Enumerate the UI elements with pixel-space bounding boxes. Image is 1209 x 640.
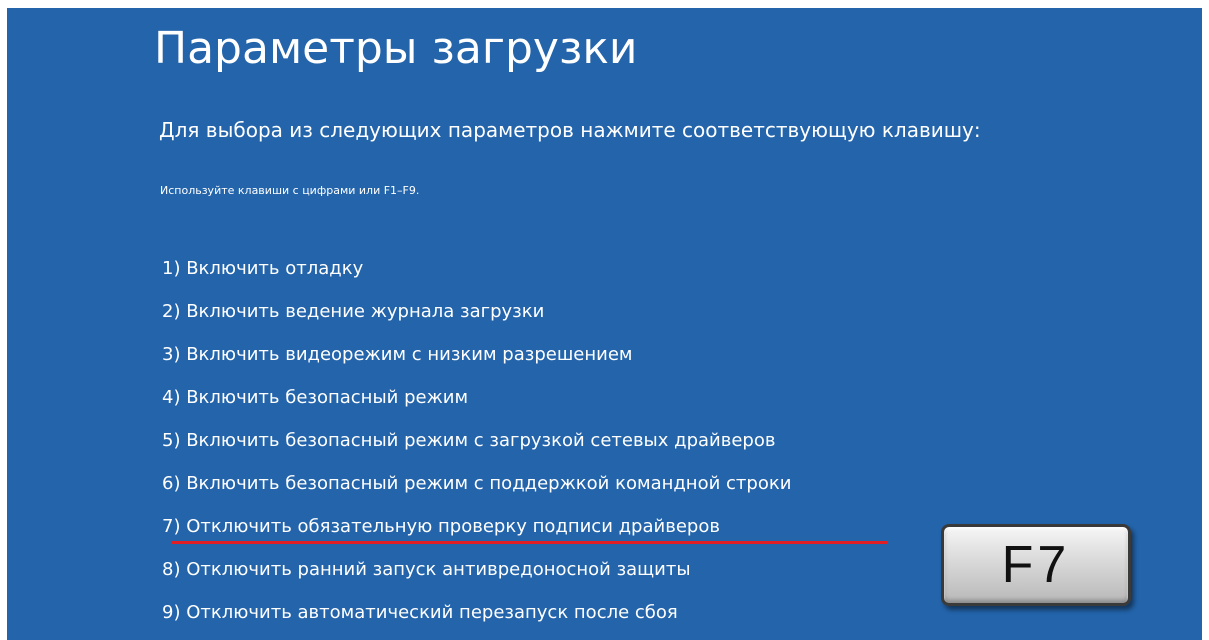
option-enable-safe-mode-command-prompt[interactable]: 6) Включить безопасный режим с поддержко… (162, 469, 791, 512)
highlight-underline (171, 541, 887, 544)
instruction-text: Для выбора из следующих параметров нажми… (159, 118, 981, 142)
page-title: Параметры загрузки (154, 23, 638, 74)
image-frame: Параметры загрузки Для выбора из следующ… (0, 0, 1209, 640)
option-enable-safe-mode[interactable]: 4) Включить безопасный режим (162, 383, 791, 426)
option-enable-boot-logging[interactable]: 2) Включить ведение журнала загрузки (162, 297, 791, 340)
option-disable-early-launch-antimalware[interactable]: 8) Отключить ранний запуск антивредоносн… (162, 555, 791, 598)
option-disable-driver-signature-enforcement[interactable]: 7) Отключить обязательную проверку подпи… (162, 512, 791, 555)
option-enable-low-resolution-video[interactable]: 3) Включить видеорежим с низким разрешен… (162, 340, 791, 383)
option-enable-debugging[interactable]: 1) Включить отладку (162, 254, 791, 297)
option-enable-safe-mode-networking[interactable]: 5) Включить безопасный режим с загрузкой… (162, 426, 791, 469)
keys-hint-text: Используйте клавиши с цифрами или F1–F9. (160, 184, 420, 197)
startup-settings-screen: Параметры загрузки Для выбора из следующ… (7, 8, 1202, 640)
boot-options-list: 1) Включить отладку 2) Включить ведение … (162, 254, 791, 640)
f7-key-graphic: F7 (941, 524, 1131, 606)
option-disable-automatic-restart[interactable]: 9) Отключить автоматический перезапуск п… (162, 598, 791, 640)
f7-key-label: F7 (1001, 536, 1071, 594)
